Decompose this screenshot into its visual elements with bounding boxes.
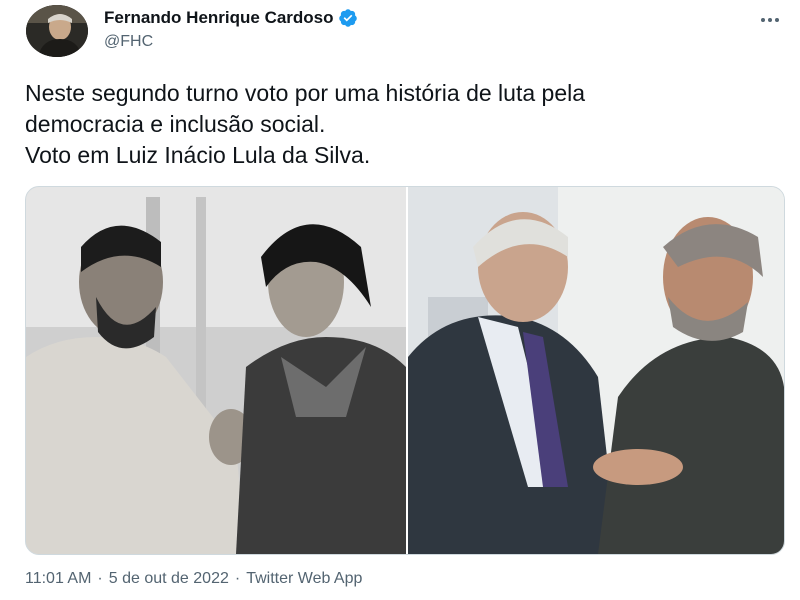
tweet-meta: 11:01 AM · 5 de out de 2022 · Twitter We… bbox=[25, 570, 362, 588]
tweet-text-line: democracia e inclusão social. bbox=[25, 111, 326, 137]
tweet-media[interactable] bbox=[25, 186, 785, 555]
meta-separator: · bbox=[234, 570, 241, 587]
author-handle[interactable]: @FHC bbox=[104, 33, 153, 51]
tweet-time-link[interactable]: 11:01 AM bbox=[25, 570, 91, 588]
avatar[interactable] bbox=[26, 5, 88, 57]
meta-separator: · bbox=[97, 570, 103, 587]
photo-color[interactable] bbox=[408, 187, 784, 554]
tweet-text-line: Voto em Luiz Inácio Lula da Silva. bbox=[25, 142, 371, 168]
author-display-name[interactable]: Fernando Henrique Cardoso bbox=[104, 8, 334, 28]
tweet-text-line: Neste segundo turno voto por uma históri… bbox=[25, 80, 586, 106]
verified-badge-icon bbox=[338, 8, 358, 28]
tweet-source-link[interactable]: Twitter Web App bbox=[246, 570, 362, 588]
more-options-icon[interactable] bbox=[758, 10, 782, 30]
photo-black-and-white[interactable] bbox=[26, 187, 406, 554]
tweet-text: Neste segundo turno voto por uma históri… bbox=[25, 78, 785, 171]
tweet-date-link[interactable]: 5 de out de 2022 bbox=[109, 570, 229, 588]
